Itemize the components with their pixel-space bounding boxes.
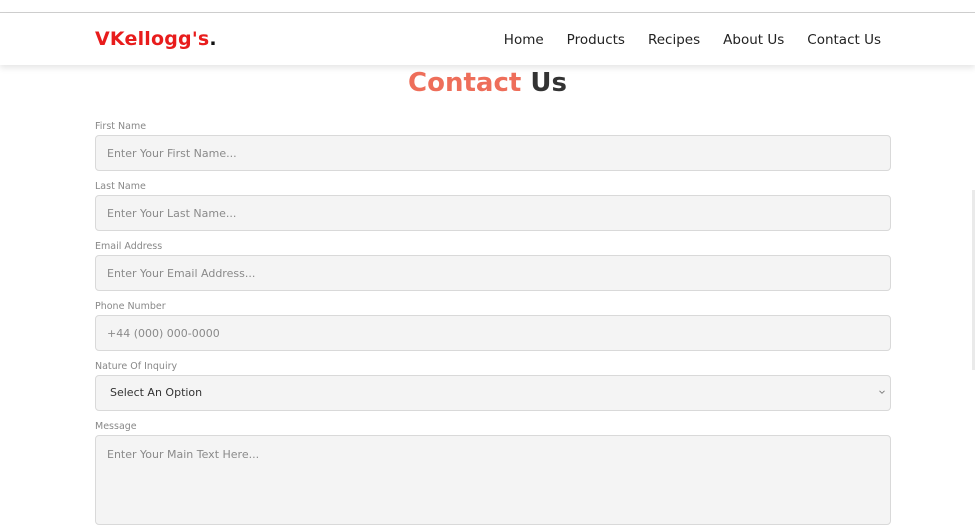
page-title: Contact Us (0, 68, 975, 98)
brand-dot: . (209, 28, 217, 50)
phone-field[interactable] (95, 315, 891, 351)
main-nav: Home Products Recipes About Us Contact U… (504, 32, 881, 48)
nav-item-products[interactable]: Products (567, 32, 625, 48)
nav-item-recipes[interactable]: Recipes (648, 32, 700, 48)
message-label: Message (95, 421, 137, 432)
contact-form: First Name Last Name Email Address Phone… (95, 118, 891, 529)
email-label: Email Address (95, 241, 163, 252)
phone-label: Phone Number (95, 301, 166, 312)
chevron-down-icon (879, 390, 885, 394)
inquiry-select[interactable]: Select An Option (95, 375, 891, 411)
nav-item-home[interactable]: Home (504, 32, 544, 48)
email-field[interactable] (95, 255, 891, 291)
message-field[interactable] (95, 435, 891, 525)
first-name-label: First Name (95, 121, 147, 132)
last-name-field[interactable] (95, 195, 891, 231)
first-name-field[interactable] (95, 135, 891, 171)
inquiry-select-value: Select An Option (95, 375, 891, 411)
nav-item-contact-us[interactable]: Contact Us (807, 32, 881, 48)
last-name-label: Last Name (95, 181, 146, 192)
page-title-rest: Us (530, 68, 567, 98)
nav-item-about-us[interactable]: About Us (723, 32, 784, 48)
page-title-accent: Contact (408, 68, 522, 98)
site-header: VKellogg's. Home Products Recipes About … (0, 13, 975, 65)
brand-name: VKellogg's (95, 28, 210, 50)
brand-logo[interactable]: VKellogg's. (95, 28, 217, 50)
inquiry-label: Nature Of Inquiry (95, 361, 178, 372)
